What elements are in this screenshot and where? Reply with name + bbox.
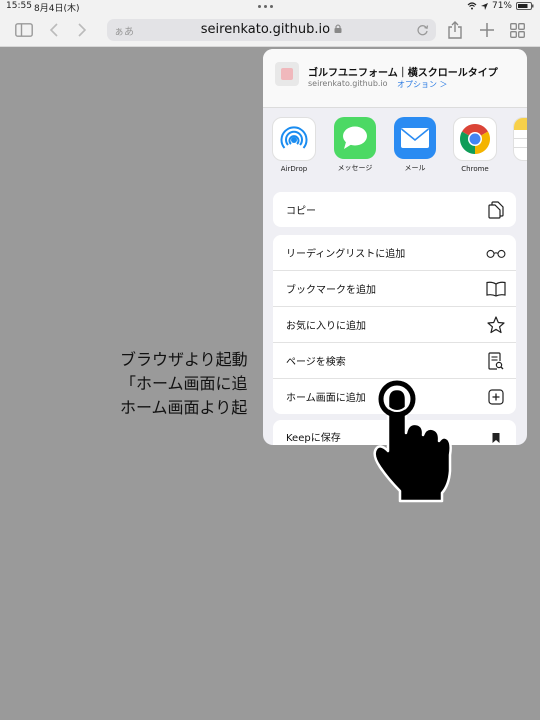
status-date: 8月4日(木) xyxy=(34,4,80,14)
action-add-bookmark[interactable]: ブックマークを追加 xyxy=(273,271,516,307)
star-icon xyxy=(486,315,506,335)
app-chrome[interactable]: Chrome xyxy=(450,117,500,173)
action-label: お気に入りに追加 xyxy=(286,321,366,332)
messages-icon xyxy=(334,117,376,159)
share-icon[interactable] xyxy=(445,20,465,40)
app-label: Chrome xyxy=(461,165,489,173)
battery-icon xyxy=(516,2,534,10)
action-label: Keepに保存 xyxy=(286,433,341,444)
app-label: メール xyxy=(404,164,426,172)
airdrop-icon xyxy=(272,117,316,161)
action-label: ブックマークを追加 xyxy=(286,285,376,296)
sidebar-icon[interactable] xyxy=(14,20,34,40)
app-airdrop[interactable]: AirDrop xyxy=(269,117,319,173)
reload-icon[interactable] xyxy=(416,23,429,36)
app-mail[interactable]: メール xyxy=(390,117,440,173)
glasses-icon xyxy=(486,243,506,263)
app-label: AirDrop xyxy=(280,165,308,173)
chrome-icon xyxy=(453,117,497,161)
page-line: 「ホーム画面に追 xyxy=(120,374,248,393)
new-tab-icon[interactable] xyxy=(477,20,497,40)
add-square-icon xyxy=(486,387,506,407)
location-icon xyxy=(480,2,488,10)
action-add-favorite[interactable]: お気に入りに追加 xyxy=(273,307,516,343)
share-page-domain: seirenkato.github.io xyxy=(308,79,388,88)
action-find-on-page[interactable]: ページを検索 xyxy=(273,343,516,379)
status-time: 15:55 xyxy=(6,1,32,11)
notes-icon xyxy=(513,117,527,161)
address-url: seirenkato.github.io xyxy=(107,22,436,37)
bookmark-icon xyxy=(486,428,506,445)
lock-icon xyxy=(334,24,342,33)
app-label: メッセージ xyxy=(337,164,373,172)
tabs-overview-icon[interactable] xyxy=(507,20,527,40)
copy-group: コピー xyxy=(273,192,516,227)
share-page-title: ゴルフユニフォーム｜横スクロールタイプ xyxy=(308,68,498,79)
share-options-link[interactable]: オプション ＞ xyxy=(397,79,448,90)
app-notes[interactable] xyxy=(510,117,527,165)
wifi-icon xyxy=(467,2,477,10)
action-label: コピー xyxy=(286,206,316,217)
app-messages[interactable]: メッセージ xyxy=(330,117,380,173)
site-favicon xyxy=(275,62,299,86)
action-label: リーディングリストに追加 xyxy=(286,249,406,260)
url-text: seirenkato.github.io xyxy=(200,22,331,37)
share-header: ゴルフユニフォーム｜横スクロールタイプ seirenkato.github.io… xyxy=(263,49,527,108)
action-reading-list[interactable]: リーディングリストに追加 xyxy=(273,235,516,271)
action-copy[interactable]: コピー xyxy=(273,192,516,227)
multitasking-dots[interactable] xyxy=(258,5,273,8)
page-line: ホーム画面より起 xyxy=(120,398,248,417)
page-content: ブラウザより起動 「ホーム画面に追 ホーム画面より起 xyxy=(120,348,248,420)
book-icon xyxy=(486,279,506,299)
forward-icon[interactable] xyxy=(72,20,92,40)
copy-icon xyxy=(486,200,506,220)
action-label: ページを検索 xyxy=(286,357,346,368)
pointing-hand-icon xyxy=(373,380,452,503)
share-apps-row: AirDrop メッセージ メール Chrome xyxy=(263,107,527,179)
browser-toolbar: ぁあ seirenkato.github.io xyxy=(0,14,540,47)
mail-icon xyxy=(394,117,436,159)
find-page-icon xyxy=(486,351,506,371)
back-icon[interactable] xyxy=(44,20,64,40)
battery-percent: 71% xyxy=(491,1,512,11)
page-line: ブラウザより起動 xyxy=(120,350,248,369)
action-label: ホーム画面に追加 xyxy=(286,393,366,404)
status-right: 71% xyxy=(467,1,534,11)
address-bar[interactable]: ぁあ seirenkato.github.io xyxy=(107,19,436,41)
